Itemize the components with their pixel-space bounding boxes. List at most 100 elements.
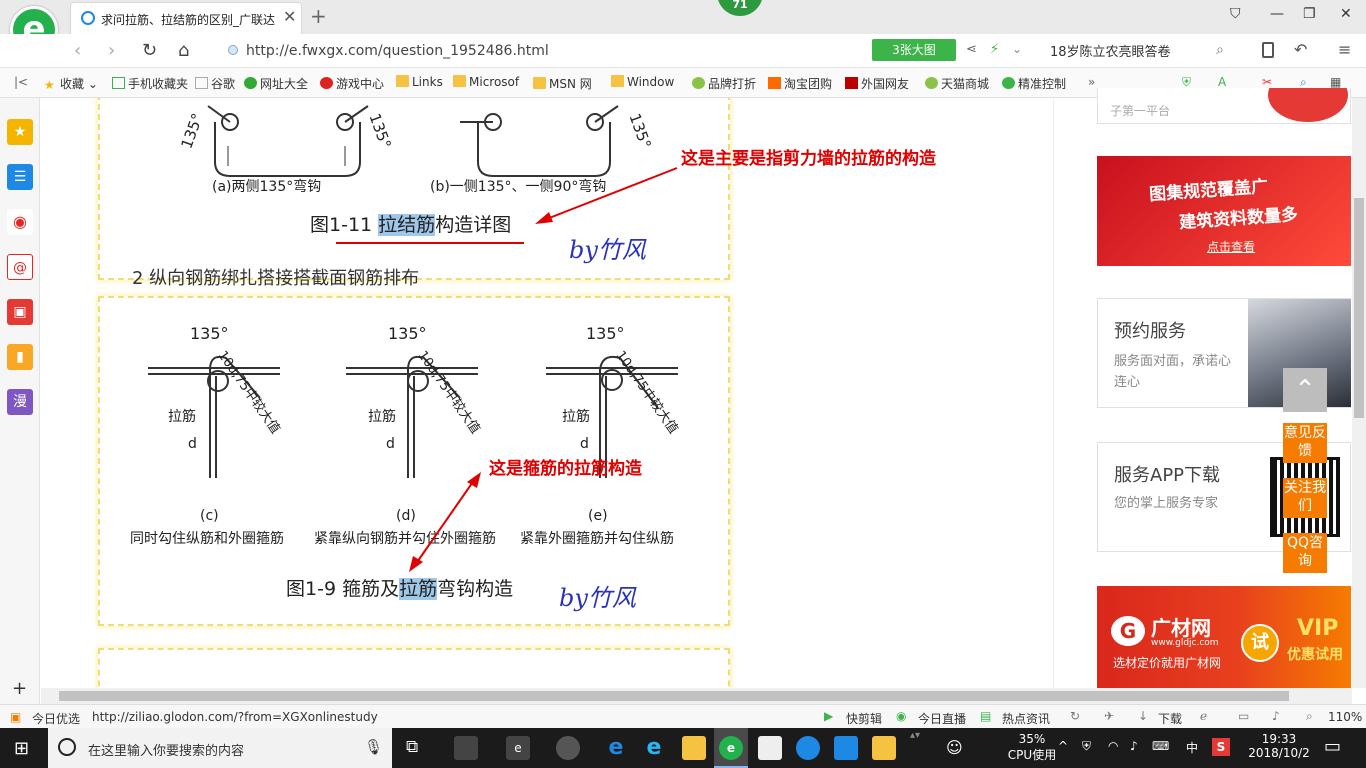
follow-us-button[interactable]: 关注我们 — [1283, 478, 1327, 518]
bookmark-hao[interactable]: 网址大全 — [244, 75, 308, 92]
people-icon[interactable]: ☺ — [946, 738, 963, 757]
url-field[interactable]: http://e.fwxgx.com/question_1952486.html — [228, 41, 858, 63]
chrome-like-icon[interactable] — [556, 736, 580, 760]
news[interactable]: 热点资讯 — [1002, 710, 1050, 727]
refresh-icon[interactable]: ↻ — [1070, 709, 1080, 723]
atlas-ad-banner[interactable]: 图集规范覆盖广 建筑资料数量多 点击查看 — [1097, 156, 1351, 266]
pin-icon[interactable]: ✈ — [1104, 709, 1114, 723]
star-icon[interactable]: ★ — [7, 119, 33, 145]
tray-expand-icon[interactable]: ^ — [1058, 739, 1068, 753]
menu-icon[interactable]: ≡ — [1338, 40, 1351, 59]
undo-icon[interactable]: ↶ — [1294, 40, 1307, 59]
bookmark-tmall[interactable]: 天猫商城 — [925, 75, 989, 92]
ad-view-button[interactable]: 点击查看 — [1207, 238, 1255, 255]
bookmark-taobao[interactable]: 淘宝团购 — [768, 75, 832, 92]
task-view-icon[interactable]: ⧉ — [406, 737, 418, 757]
internet-explorer-icon[interactable]: e — [642, 736, 666, 760]
bookmark-mobile[interactable]: 手机收藏夹 — [112, 75, 188, 92]
forward-icon[interactable]: › — [108, 40, 115, 61]
shirt-icon[interactable]: ⛉ — [1230, 6, 1241, 22]
bookmark-windows[interactable]: Window — [611, 75, 674, 89]
bookmark-microsoft[interactable]: Microsof — [453, 75, 519, 89]
bookmarks-more[interactable]: » — [1088, 75, 1095, 89]
feedback-button[interactable]: 意见反馈 — [1283, 423, 1327, 463]
quickclip[interactable]: 快剪辑 — [846, 710, 882, 727]
gldjc-ad-banner[interactable]: G 广材网 www.gldjc.com 选材定价就用广材网 试 VIP 优惠试用 — [1097, 586, 1351, 688]
phone-icon[interactable] — [1262, 42, 1274, 58]
app-plus-icon[interactable] — [834, 736, 858, 760]
zoom-icon[interactable]: ⌕ — [1306, 709, 1313, 724]
bookmark-precise[interactable]: 精准控制 — [1002, 75, 1066, 92]
translate-icon[interactable]: A — [1218, 75, 1226, 89]
comic-icon[interactable]: 漫 — [7, 389, 33, 415]
action-center-icon[interactable]: ▭ — [1324, 736, 1341, 757]
bookmark-favorites[interactable]: ★ 收藏 ⌄ — [44, 75, 98, 92]
bookmark-google[interactable]: 谷歌 — [195, 75, 235, 92]
grid-icon[interactable]: ▦ — [1330, 75, 1341, 89]
sogou-icon[interactable]: S — [1212, 738, 1230, 756]
bookmark-brand[interactable]: 品牌打折 — [692, 75, 756, 92]
add-icon[interactable]: + — [12, 678, 27, 699]
bookmark-foreign[interactable]: 外国网友 — [845, 75, 909, 92]
browser-tab[interactable]: 求问拉筋、拉结筋的区别_广联达 ✕ — [70, 2, 302, 34]
bookmark-msn[interactable]: MSN 网 — [533, 75, 592, 92]
game-icon[interactable]: ▣ — [7, 299, 33, 325]
home-icon[interactable]: ⌂ — [178, 40, 189, 61]
cpu-meter[interactable]: 35% CPU使用 — [1004, 732, 1060, 763]
qq-consult-button[interactable]: QQ咨询 — [1283, 533, 1327, 573]
ie-icon[interactable]: ℯ — [1200, 709, 1207, 723]
close-window-icon[interactable]: ✕ — [1340, 6, 1352, 22]
volume-icon[interactable]: ♪ — [1272, 709, 1280, 723]
notification-badge[interactable]: 71 — [717, 0, 763, 16]
windows-start-icon[interactable]: ⊞ — [14, 738, 29, 759]
security-tray-icon[interactable]: ⛨ — [1082, 739, 1091, 754]
pics-button[interactable]: 3张大图 — [872, 39, 956, 61]
taskbar-search[interactable]: 在这里输入你要搜索的内容 🎙 — [48, 728, 392, 768]
live[interactable]: 今日直播 — [918, 710, 966, 727]
close-tab-icon[interactable]: ✕ — [283, 7, 296, 26]
search-icon[interactable]: ⌕ — [1216, 42, 1224, 58]
file-explorer-icon[interactable] — [682, 736, 706, 760]
mail-icon[interactable]: @ — [7, 254, 33, 280]
scroll-thumb[interactable] — [1354, 198, 1364, 418]
bookmark-games[interactable]: 游戏中心 — [320, 75, 384, 92]
volume-icon[interactable]: ♪ — [1130, 739, 1138, 753]
collapse-sidebar-icon[interactable]: |< — [14, 75, 28, 89]
share-icon[interactable]: ⋖ — [966, 42, 977, 57]
taskbar-scroll-icon[interactable]: ▴▾ — [910, 730, 920, 766]
zoom-level[interactable]: 110% — [1328, 710, 1362, 724]
list-icon[interactable]: ☰ — [7, 164, 33, 190]
back-icon[interactable]: ‹ — [74, 40, 81, 61]
today-picks[interactable]: 今日优选 — [32, 710, 80, 727]
signature: by竹风 — [559, 584, 636, 612]
bookmark-links[interactable]: Links — [396, 75, 443, 89]
weibo-icon[interactable]: ◉ — [7, 209, 33, 235]
edge-legacy-icon[interactable]: e — [506, 736, 530, 760]
new-tab-icon[interactable]: + — [310, 4, 327, 28]
chevron-down-icon[interactable]: ⌄ — [1012, 42, 1022, 56]
vertical-scrollbar[interactable] — [1352, 98, 1366, 688]
glodon-icon[interactable] — [796, 736, 820, 760]
book-icon[interactable]: ▮ — [7, 344, 33, 370]
keyboard-icon[interactable]: ⌨ — [1152, 739, 1169, 753]
minimize-icon[interactable]: — — [1270, 6, 1284, 22]
scissors-icon[interactable]: ✂ — [1262, 75, 1272, 89]
download[interactable]: 下载 — [1158, 710, 1182, 727]
pinwheel-icon[interactable] — [454, 736, 478, 760]
microphone-icon[interactable]: 🎙 — [364, 738, 383, 756]
hot-search-text[interactable]: 18岁陈立农亮眼答卷 — [1050, 41, 1171, 60]
horizontal-scrollbar[interactable] — [41, 688, 1352, 704]
notes-icon[interactable] — [872, 736, 896, 760]
ime-indicator[interactable]: 中 — [1186, 739, 1198, 756]
restore-icon[interactable]: ❐ — [1303, 6, 1316, 22]
scroll-thumb[interactable] — [59, 691, 1289, 701]
refresh-icon[interactable]: ↻ — [142, 40, 157, 61]
back-to-top-icon[interactable]: ⌃ — [1283, 368, 1327, 412]
wifi-icon[interactable]: ◠ — [1108, 739, 1118, 753]
bolt-icon[interactable]: ⚡ — [990, 42, 999, 57]
edge-icon[interactable]: e — [604, 736, 628, 760]
clock[interactable]: 19:33 2018/10/2 — [1244, 732, 1314, 760]
mail-icon[interactable] — [758, 736, 782, 760]
active-browser-task[interactable]: e — [714, 728, 748, 768]
window-icon[interactable]: ▭ — [1238, 709, 1249, 723]
